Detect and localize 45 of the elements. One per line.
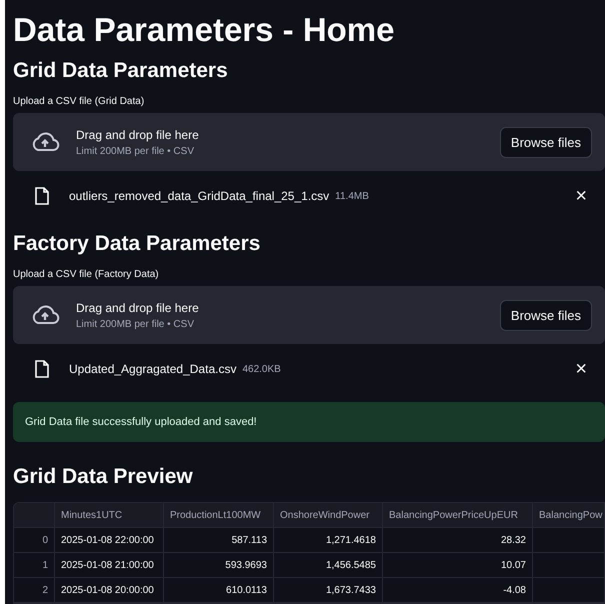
table-cell: 593.9693	[164, 553, 274, 578]
column-header[interactable]: ProductionLt100MW	[164, 503, 274, 528]
close-button[interactable]: ×	[575, 359, 587, 379]
file-size: 462.0KB	[242, 364, 282, 374]
uploader-label: Upload a CSV file (Grid Data)	[13, 96, 146, 107]
cloud-upload-icon	[30, 131, 60, 153]
file-icon	[35, 187, 49, 205]
table-cell: 28.32	[383, 528, 533, 553]
dropzone-title: Drag and drop file here	[76, 128, 200, 142]
browse-files-button[interactable]: Browse files	[500, 126, 592, 158]
table-cell: 587.113	[164, 528, 274, 553]
file-limit-text: Limit 200MB per file • CSV	[76, 318, 195, 330]
file-size: 11.4MB	[335, 190, 370, 202]
column-header[interactable]: BalancingPowerPriceUpEUR	[383, 503, 533, 528]
success-alert: Grid Data file successfully uploaded and saved!	[13, 402, 605, 442]
page-title: Data Parameters - Home	[13, 10, 396, 50]
table-cell: 610.0113	[164, 578, 274, 603]
section-heading: Factory Data Parameters	[13, 231, 262, 257]
row-index: 2	[14, 578, 55, 603]
file-limit-text: Limit 200MB per file • CSV	[76, 146, 195, 156]
section-heading: Grid Data Preview	[13, 464, 194, 490]
browse-files-button[interactable]: Browse files	[500, 300, 592, 330]
dropzone-title: Drag and drop file here	[76, 300, 200, 314]
column-header[interactable]: BalancingPow	[533, 503, 605, 528]
close-button[interactable]: ×	[575, 186, 587, 206]
row-index: 1	[14, 553, 55, 578]
file-icon	[35, 360, 49, 378]
table-cell: -4.08	[383, 578, 533, 603]
column-header[interactable]: Minutes1UTC	[55, 503, 164, 528]
table-cell: 1,271.4618	[274, 528, 383, 553]
table-cell: 1,456.5485	[274, 553, 383, 578]
file-dropzone[interactable]: Drag and drop file here Limit 200MB per file • CSV Browse files	[13, 113, 605, 171]
table-cell: 2025-01-08 22:00:00	[55, 528, 164, 553]
file-dropzone[interactable]: Drag and drop file here Limit 200MB per file • CSV Browse files	[13, 286, 605, 344]
uploader-label: Upload a CSV file (Factory Data)	[13, 269, 160, 280]
section-heading: Grid Data Parameters	[13, 58, 229, 84]
column-header[interactable]: OnshoreWindPower	[274, 503, 383, 528]
table-cell: 2025-01-08 20:00:00	[55, 578, 164, 603]
table-cell: 10.07	[383, 553, 533, 578]
table-cell: 2025-01-08 21:00:00	[55, 553, 164, 578]
file-name: Updated_Aggragated_Data.csv	[69, 362, 236, 376]
row-index: 0	[14, 528, 55, 553]
table-cell: 1,673.7433	[274, 578, 383, 603]
file-name: outliers_removed_data_GridData_final_25_1.csv	[69, 189, 330, 203]
cloud-upload-icon	[30, 304, 60, 326]
